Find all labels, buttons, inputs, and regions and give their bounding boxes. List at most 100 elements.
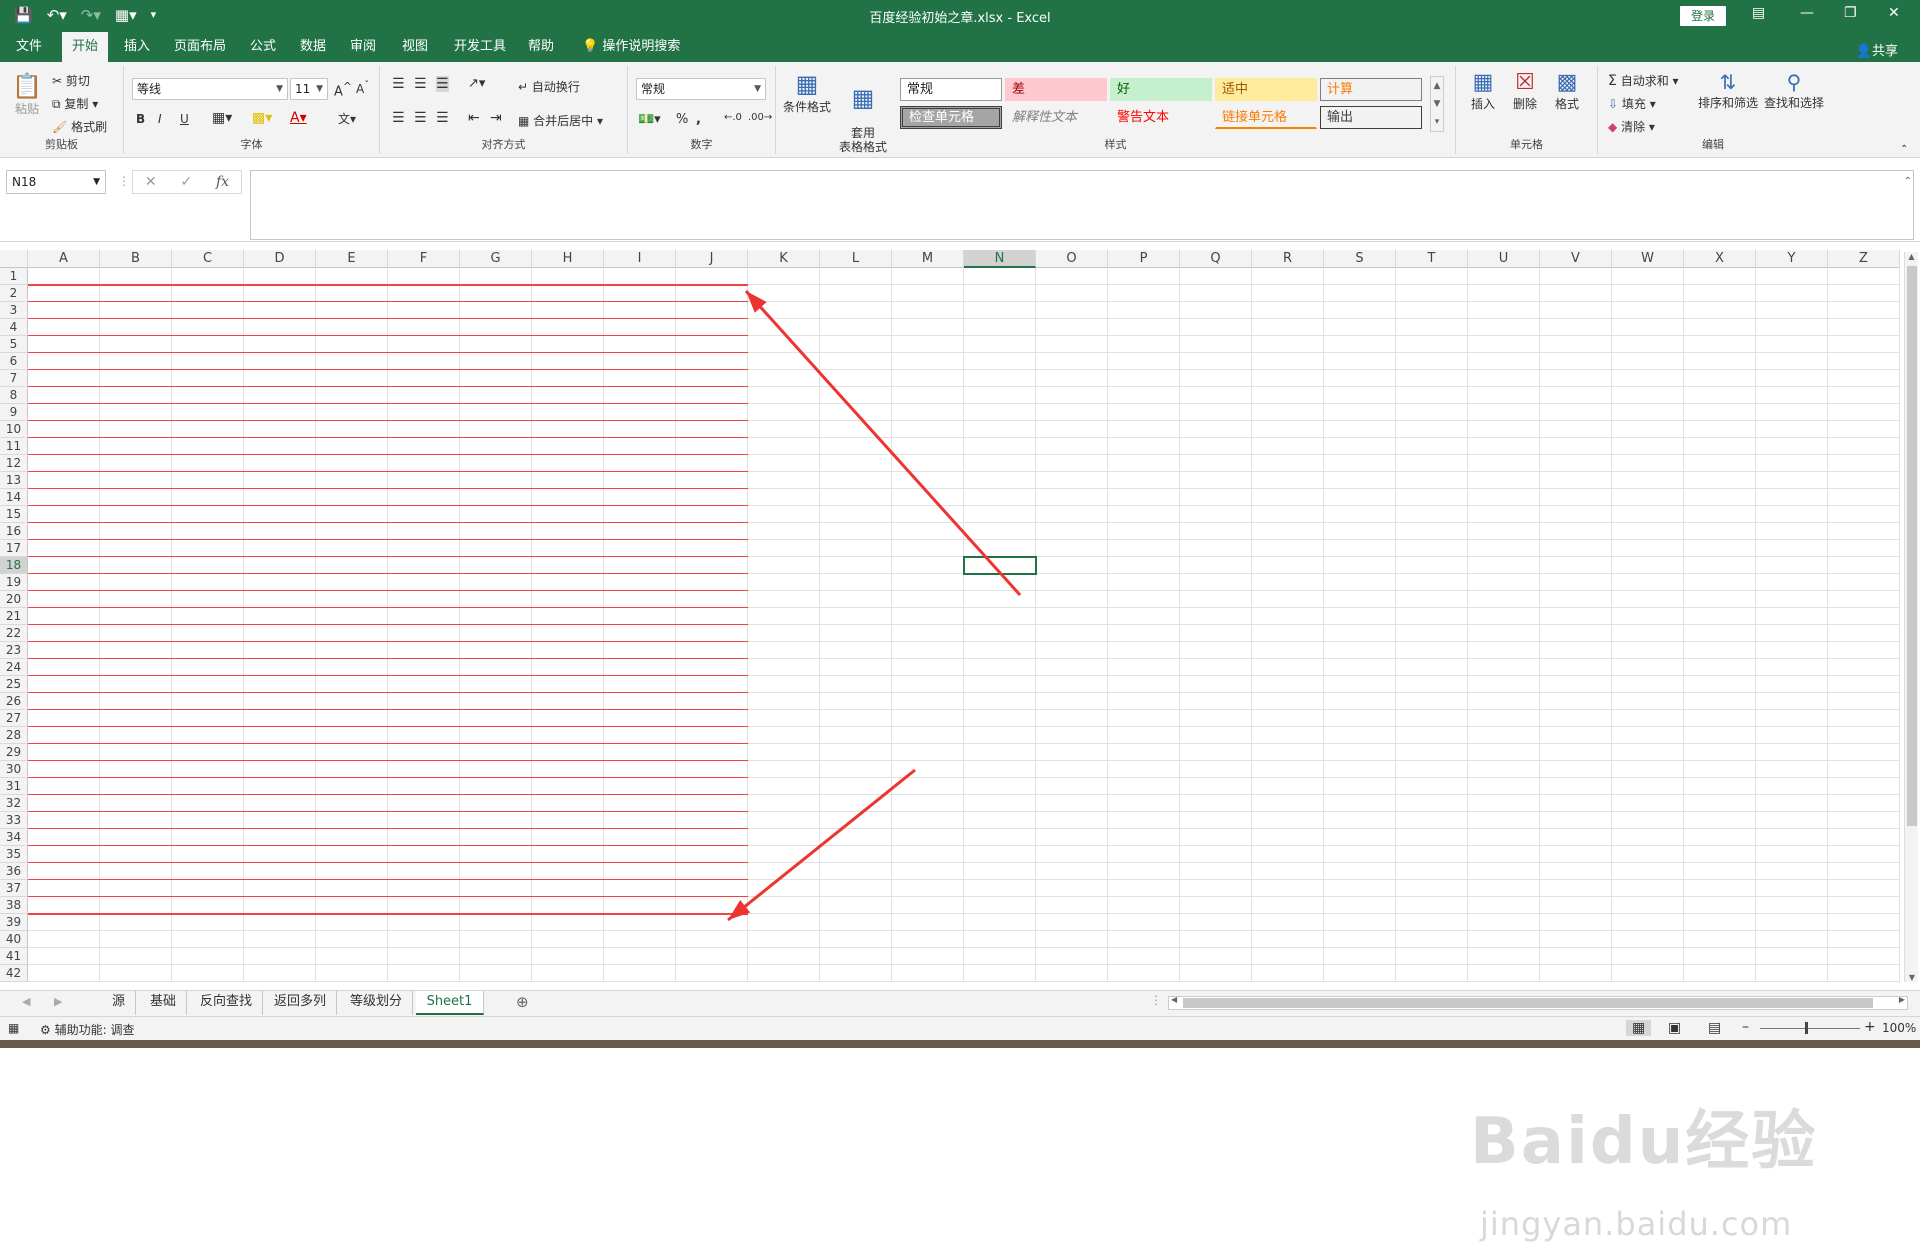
delete-cells-button[interactable]: ☒ 删除 bbox=[1506, 70, 1544, 112]
scroll-down-icon[interactable]: ▼ bbox=[1905, 973, 1919, 982]
select-all-corner[interactable] bbox=[0, 250, 28, 268]
font-size-dropdown[interactable]: 11 ▼ bbox=[290, 78, 328, 100]
increase-indent-icon[interactable]: ⇥ bbox=[490, 110, 502, 126]
align-center-icon[interactable]: ☰ bbox=[414, 110, 427, 126]
decrease-decimal-icon[interactable]: .00→ bbox=[748, 112, 772, 123]
tab-review[interactable]: 审阅 bbox=[340, 32, 386, 62]
styles-scroll[interactable]: ▲ ▼ ▾ bbox=[1430, 76, 1444, 132]
style-check-cell[interactable]: 检查单元格 bbox=[900, 106, 1002, 129]
row-header[interactable]: 31 bbox=[0, 778, 28, 795]
paste-button[interactable]: 📋 粘贴 bbox=[12, 72, 42, 117]
enter-icon[interactable]: ✓ bbox=[180, 174, 192, 190]
row-header[interactable]: 24 bbox=[0, 659, 28, 676]
row-header[interactable]: 16 bbox=[0, 523, 28, 540]
column-header[interactable]: C bbox=[172, 250, 244, 268]
find-select-button[interactable]: ⚲ 查找和选择 bbox=[1762, 70, 1826, 111]
row-header[interactable]: 32 bbox=[0, 795, 28, 812]
column-header[interactable]: M bbox=[892, 250, 964, 268]
vertical-scrollbar[interactable]: ▲ ▼ bbox=[1904, 252, 1918, 982]
font-name-dropdown[interactable]: 等线 ▼ bbox=[132, 78, 288, 100]
row-header[interactable]: 34 bbox=[0, 829, 28, 846]
style-output[interactable]: 输出 bbox=[1320, 106, 1422, 129]
grow-font-button[interactable]: A^ bbox=[334, 80, 352, 99]
format-painter-button[interactable]: 🖌 格式刷 bbox=[52, 118, 107, 135]
phonetic-icon[interactable]: 文▾ bbox=[338, 110, 356, 127]
comma-button[interactable]: , bbox=[696, 112, 701, 127]
page-break-view-icon[interactable]: ▤ bbox=[1708, 1020, 1721, 1036]
row-header[interactable]: 40 bbox=[0, 931, 28, 948]
scroll-thumb[interactable] bbox=[1907, 266, 1917, 826]
decrease-indent-icon[interactable]: ⇤ bbox=[468, 110, 480, 126]
row-header[interactable]: 41 bbox=[0, 948, 28, 965]
column-header[interactable]: J bbox=[676, 250, 748, 268]
sheet-tab-reverse-lookup[interactable]: 反向查找 bbox=[190, 991, 264, 1015]
align-right-icon[interactable]: ☰ bbox=[436, 110, 449, 126]
sheet-tab-basic[interactable]: 基础 bbox=[140, 991, 188, 1015]
fill-color-icon[interactable]: ▩▾ bbox=[252, 110, 272, 126]
row-header[interactable]: 21 bbox=[0, 608, 28, 625]
row-header[interactable]: 36 bbox=[0, 863, 28, 880]
next-sheet-icon[interactable]: ▶ bbox=[54, 995, 62, 1008]
column-header[interactable]: H bbox=[532, 250, 604, 268]
style-neutral[interactable]: 适中 bbox=[1215, 78, 1317, 101]
style-calculation[interactable]: 计算 bbox=[1320, 78, 1422, 101]
style-explanatory[interactable]: 解释性文本 bbox=[1005, 106, 1107, 129]
accessibility-status[interactable]: ⚙ 辅助功能: 调查 bbox=[40, 1021, 134, 1038]
align-top-icon[interactable]: ☰ bbox=[392, 76, 405, 92]
column-header[interactable]: X bbox=[1684, 250, 1756, 268]
bold-button[interactable]: B bbox=[136, 112, 145, 126]
row-header[interactable]: 38 bbox=[0, 897, 28, 914]
column-header[interactable]: Q bbox=[1180, 250, 1252, 268]
column-header[interactable]: S bbox=[1324, 250, 1396, 268]
row-header[interactable]: 3 bbox=[0, 302, 28, 319]
close-icon[interactable]: ✕ bbox=[1888, 5, 1900, 21]
column-header[interactable]: E bbox=[316, 250, 388, 268]
underline-button[interactable]: U bbox=[180, 112, 189, 126]
row-header[interactable]: 12 bbox=[0, 455, 28, 472]
row-header[interactable]: 23 bbox=[0, 642, 28, 659]
row-header[interactable]: 2 bbox=[0, 285, 28, 302]
sheet-tab-grading[interactable]: 等级划分 bbox=[340, 991, 414, 1015]
style-bad[interactable]: 差 bbox=[1005, 78, 1107, 101]
column-header[interactable]: U bbox=[1468, 250, 1540, 268]
zoom-in-icon[interactable]: + bbox=[1864, 1019, 1876, 1035]
align-bottom-icon[interactable]: ☰ bbox=[436, 76, 449, 92]
column-header[interactable]: G bbox=[460, 250, 532, 268]
column-header[interactable]: L bbox=[820, 250, 892, 268]
column-header[interactable]: V bbox=[1540, 250, 1612, 268]
selected-cell[interactable] bbox=[963, 556, 1037, 575]
row-header[interactable]: 33 bbox=[0, 812, 28, 829]
page-layout-view-icon[interactable]: ▣ bbox=[1668, 1020, 1681, 1036]
copy-button[interactable]: ⧉ 复制 ▾ bbox=[52, 95, 98, 112]
column-header[interactable]: O bbox=[1036, 250, 1108, 268]
italic-button[interactable]: I bbox=[158, 112, 162, 126]
tab-help[interactable]: 帮助 bbox=[518, 32, 564, 62]
zoom-level[interactable]: 100% bbox=[1882, 1021, 1916, 1035]
zoom-slider-thumb[interactable] bbox=[1805, 1022, 1808, 1034]
row-header[interactable]: 30 bbox=[0, 761, 28, 778]
style-good[interactable]: 好 bbox=[1110, 78, 1212, 101]
zoom-out-icon[interactable]: – bbox=[1742, 1019, 1749, 1035]
row-header[interactable]: 18 bbox=[0, 557, 28, 574]
tab-home[interactable]: 开始 bbox=[62, 32, 109, 62]
row-header[interactable]: 8 bbox=[0, 387, 28, 404]
increase-decimal-icon[interactable]: ←.0 bbox=[724, 112, 742, 123]
scroll-up-icon[interactable]: ▲ bbox=[1905, 252, 1918, 261]
expand-formula-icon[interactable]: ⌃ bbox=[1904, 176, 1912, 187]
row-header[interactable]: 37 bbox=[0, 880, 28, 897]
tab-file[interactable]: 文件 bbox=[6, 32, 52, 62]
formula-input[interactable] bbox=[250, 170, 1914, 240]
borders-icon[interactable]: ▦▾ bbox=[212, 110, 232, 126]
format-cells-button[interactable]: ▩ 格式 bbox=[1548, 70, 1586, 112]
row-header[interactable]: 22 bbox=[0, 625, 28, 642]
orientation-icon[interactable]: ↗▾ bbox=[468, 76, 485, 91]
sheet-tab-source[interactable]: 源 bbox=[102, 991, 137, 1015]
restore-icon[interactable]: ❐ bbox=[1844, 5, 1857, 21]
column-header[interactable]: B bbox=[100, 250, 172, 268]
cut-button[interactable]: ✂ 剪切 bbox=[52, 72, 90, 89]
worksheet-grid[interactable]: Baidu经验 jingyan.baidu.com ▲ ▼ ABCDEFGHIJ… bbox=[0, 250, 1920, 1243]
ribbon-display-icon[interactable]: ▤ bbox=[1752, 5, 1765, 21]
row-header[interactable]: 28 bbox=[0, 727, 28, 744]
minimize-icon[interactable]: — bbox=[1800, 5, 1814, 21]
column-header[interactable]: N bbox=[964, 250, 1036, 268]
